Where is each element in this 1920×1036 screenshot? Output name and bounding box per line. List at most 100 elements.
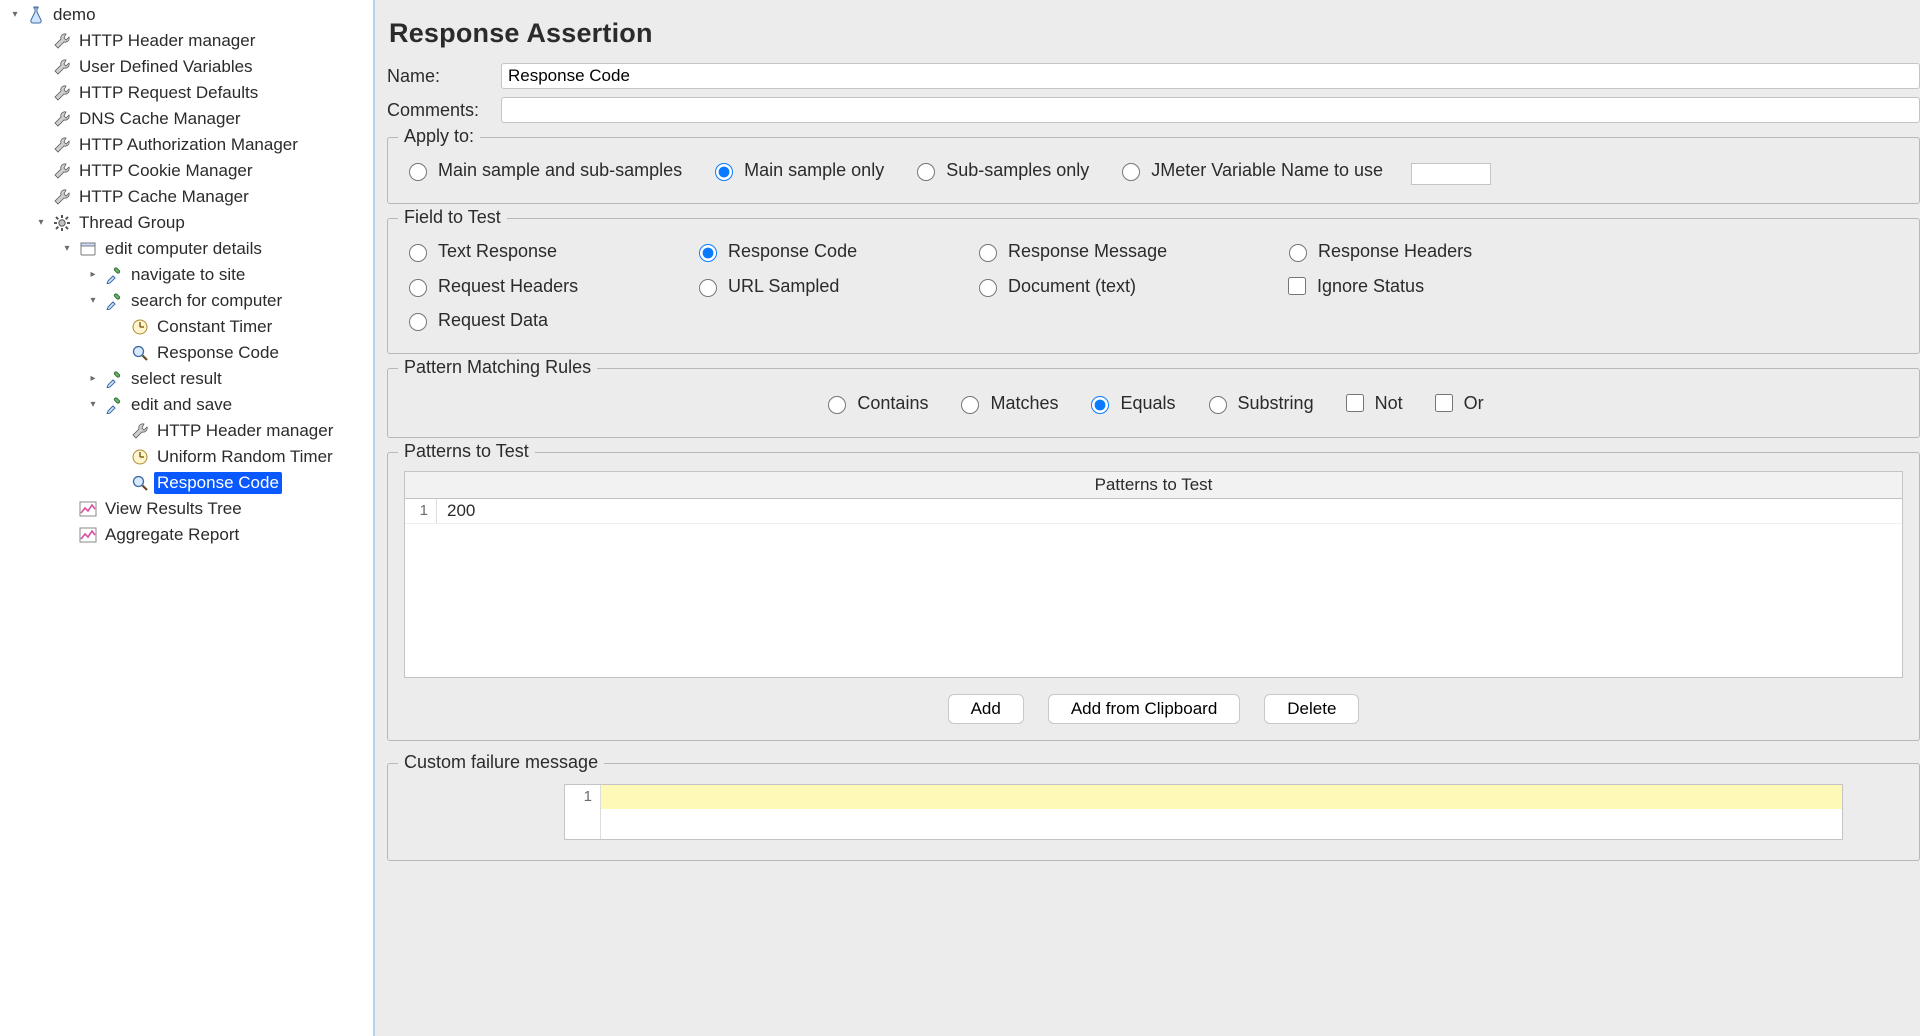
radio-input[interactable]	[699, 279, 717, 297]
tree-item[interactable]: ▾edit computer details	[0, 236, 373, 262]
field-to-test-option[interactable]: Document (text)	[974, 274, 1284, 298]
chevron-down-icon[interactable]: ▾	[8, 8, 22, 22]
tree-item[interactable]: ▾demo	[0, 2, 373, 28]
checkbox-input[interactable]	[1435, 394, 1453, 412]
pattern-matching-option[interactable]: Equals	[1086, 393, 1175, 414]
field-to-test-option[interactable]: Response Message	[974, 241, 1284, 262]
option-label: Contains	[857, 393, 928, 414]
comments-input[interactable]	[501, 97, 1920, 123]
radio-input[interactable]	[409, 279, 427, 297]
tree-item[interactable]: Response Code	[0, 470, 373, 496]
tree-item[interactable]: HTTP Header manager	[0, 418, 373, 444]
chevron-right-icon[interactable]: ▸	[86, 268, 100, 282]
custom-failure-editor[interactable]: 1	[564, 784, 1843, 840]
tree-item[interactable]: HTTP Cache Manager	[0, 184, 373, 210]
tree-item[interactable]: DNS Cache Manager	[0, 106, 373, 132]
field-to-test-option[interactable]: Response Headers	[1284, 241, 1903, 262]
tree-item[interactable]: ▾Thread Group	[0, 210, 373, 236]
patterns-table-header: Patterns to Test	[404, 471, 1903, 498]
lens-icon	[130, 473, 150, 493]
checkbox-input[interactable]	[1288, 277, 1306, 295]
tree-item[interactable]: View Results Tree	[0, 496, 373, 522]
field-to-test-option[interactable]: URL Sampled	[694, 274, 974, 298]
tree-item[interactable]: HTTP Cookie Manager	[0, 158, 373, 184]
tree-item[interactable]: HTTP Header manager	[0, 28, 373, 54]
pattern-matching-option[interactable]: Matches	[956, 393, 1058, 414]
tree-item[interactable]: Uniform Random Timer	[0, 444, 373, 470]
add-button[interactable]: Add	[948, 694, 1024, 724]
radio-input[interactable]	[979, 244, 997, 262]
radio-input[interactable]	[1091, 396, 1109, 414]
radio-input[interactable]	[409, 163, 427, 181]
flask-icon	[26, 5, 46, 25]
table-row[interactable]: 1200	[405, 499, 1902, 524]
tree-item-label: User Defined Variables	[76, 56, 256, 78]
pattern-matching-check[interactable]: Or	[1431, 391, 1484, 415]
tree-item[interactable]: HTTP Authorization Manager	[0, 132, 373, 158]
tree-panel[interactable]: ▾demoHTTP Header managerUser Defined Var…	[0, 0, 375, 1036]
option-label: Response Code	[728, 241, 857, 262]
tree-item-label: Uniform Random Timer	[154, 446, 336, 468]
checkbox-input[interactable]	[1346, 394, 1364, 412]
radio-input[interactable]	[409, 313, 427, 331]
pattern-cell[interactable]: 200	[437, 499, 475, 523]
wrench-icon	[52, 57, 72, 77]
chevron-down-icon[interactable]: ▾	[86, 398, 100, 412]
add-from-clipboard-button[interactable]: Add from Clipboard	[1048, 694, 1240, 724]
tree-item[interactable]: Response Code	[0, 340, 373, 366]
patterns-table[interactable]: 1200	[404, 498, 1903, 678]
radio-input[interactable]	[699, 244, 717, 262]
tree-item[interactable]: ▾edit and save	[0, 392, 373, 418]
tree-item[interactable]: Aggregate Report	[0, 522, 373, 548]
radio-input[interactable]	[917, 163, 935, 181]
apply-to-group: Apply to: Main sample and sub-samplesMai…	[387, 137, 1920, 204]
pattern-matching-option[interactable]: Contains	[823, 393, 928, 414]
tree-item[interactable]: User Defined Variables	[0, 54, 373, 80]
field-to-test-option[interactable]: Request Headers	[404, 274, 694, 298]
field-to-test-group: Field to Test Text ResponseResponse Code…	[387, 218, 1920, 354]
apply-to-option[interactable]: JMeter Variable Name to use	[1117, 160, 1383, 181]
field-to-test-option[interactable]: Response Code	[694, 241, 974, 262]
option-label: Text Response	[438, 241, 557, 262]
jmeter-variable-input[interactable]	[1411, 163, 1491, 185]
radio-input[interactable]	[1209, 396, 1227, 414]
chevron-right-icon[interactable]: ▸	[86, 372, 100, 386]
wrench-icon	[52, 31, 72, 51]
radio-input[interactable]	[1122, 163, 1140, 181]
field-to-test-option[interactable]: Text Response	[404, 241, 694, 262]
radio-input[interactable]	[961, 396, 979, 414]
tree-item-label: HTTP Cookie Manager	[76, 160, 256, 182]
pattern-matching-check[interactable]: Not	[1342, 391, 1403, 415]
apply-to-option[interactable]: Main sample and sub-samples	[404, 160, 682, 181]
radio-input[interactable]	[828, 396, 846, 414]
pattern-matching-option[interactable]: Substring	[1204, 393, 1314, 414]
tree-item-label: DNS Cache Manager	[76, 108, 244, 130]
chevron-down-icon[interactable]: ▾	[86, 294, 100, 308]
toggle-spacer	[34, 138, 48, 152]
delete-button[interactable]: Delete	[1264, 694, 1359, 724]
tree-item[interactable]: ▸select result	[0, 366, 373, 392]
chevron-down-icon[interactable]: ▾	[60, 242, 74, 256]
field-to-test-option[interactable]: Request Data	[404, 310, 694, 331]
option-label: Document (text)	[1008, 276, 1136, 297]
field-to-test-option[interactable]: Ignore Status	[1284, 274, 1903, 298]
option-label: Request Headers	[438, 276, 578, 297]
tree-item[interactable]: ▾search for computer	[0, 288, 373, 314]
panel-title: Response Assertion	[387, 18, 1920, 49]
option-label: Main sample only	[744, 160, 884, 181]
radio-input[interactable]	[979, 279, 997, 297]
name-input[interactable]	[501, 63, 1920, 89]
chart-icon	[78, 525, 98, 545]
chevron-down-icon[interactable]: ▾	[34, 216, 48, 230]
editor-active-line[interactable]	[601, 785, 1842, 809]
dropper-icon	[104, 369, 124, 389]
radio-input[interactable]	[1289, 244, 1307, 262]
radio-input[interactable]	[715, 163, 733, 181]
toggle-spacer	[112, 424, 126, 438]
apply-to-option[interactable]: Main sample only	[710, 160, 884, 181]
tree-item[interactable]: Constant Timer	[0, 314, 373, 340]
radio-input[interactable]	[409, 244, 427, 262]
apply-to-option[interactable]: Sub-samples only	[912, 160, 1089, 181]
tree-item[interactable]: HTTP Request Defaults	[0, 80, 373, 106]
tree-item[interactable]: ▸navigate to site	[0, 262, 373, 288]
